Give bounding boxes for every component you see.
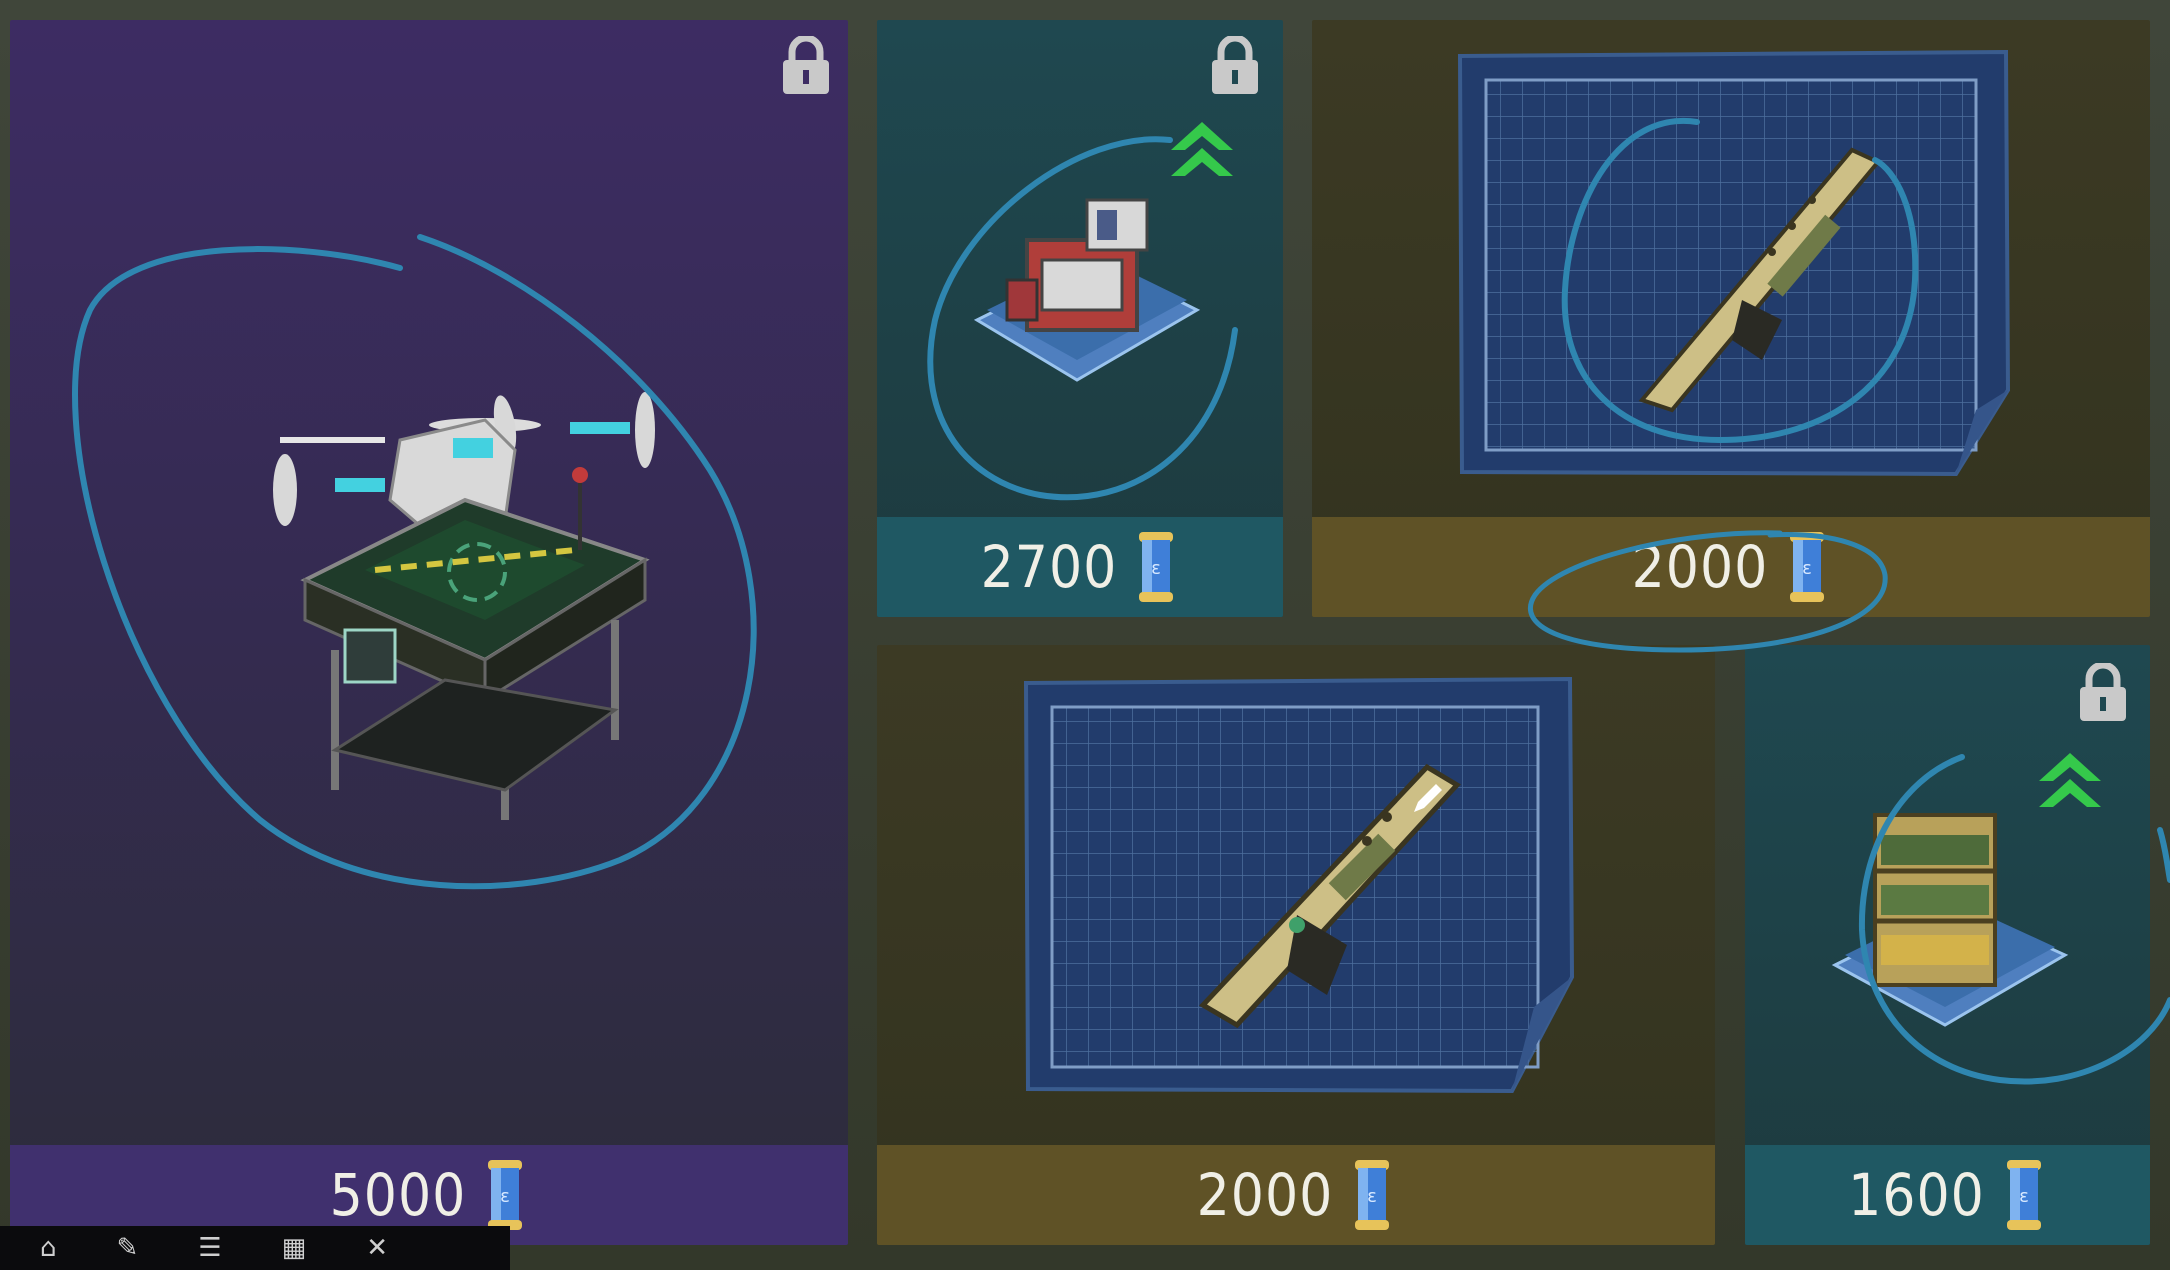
price-bar: 1600 ε xyxy=(1745,1145,2150,1245)
drone-station-icon xyxy=(273,392,655,820)
close-icon[interactable]: ✕ xyxy=(366,1233,388,1263)
price-label: 1600 xyxy=(1848,1161,1985,1229)
blueprint-scroll-icon: ε xyxy=(488,1160,523,1230)
annotation-stroke xyxy=(2157,827,2170,883)
overlay-toolbar: ⌂ ✎ ☰ ▦ ✕ xyxy=(0,1226,510,1270)
pen-icon[interactable]: ✎ xyxy=(117,1233,139,1263)
grid-icon[interactable]: ▦ xyxy=(282,1233,307,1263)
shop-item-shotgun-blueprint[interactable]: 2000 ε xyxy=(1312,20,2150,617)
svg-text:ε: ε xyxy=(2019,1186,2029,1207)
price-bar: 2000 ε xyxy=(1312,517,2150,617)
shelf-kit-icon xyxy=(1831,813,2069,1027)
shop-grid: 5000 ε 2700 ε 2000 ε 2000 ε 1600 ε ⌂ ✎ ☰… xyxy=(0,0,2170,1270)
list-icon[interactable]: ☰ xyxy=(198,1233,221,1263)
svg-text:ε: ε xyxy=(1368,1186,1378,1207)
home-icon[interactable]: ⌂ xyxy=(40,1233,57,1263)
price-label: 2700 xyxy=(980,533,1118,601)
rifle-icon xyxy=(1199,763,1461,1029)
lock-icon xyxy=(1212,36,1258,94)
price-label: 2000 xyxy=(1631,533,1769,601)
blueprint-scroll-icon: ε xyxy=(1355,1160,1390,1230)
blueprint-scroll-icon: ε xyxy=(1790,532,1825,602)
price-bar: 2700 ε xyxy=(877,517,1283,617)
shop-item-workbench-kit[interactable]: 2700 ε xyxy=(877,20,1283,617)
svg-text:ε: ε xyxy=(501,1186,511,1207)
blueprint-scroll-icon: ε xyxy=(2006,1160,2041,1230)
price-label: 2000 xyxy=(1196,1161,1334,1229)
price-bar: 2000 ε xyxy=(877,1145,1715,1245)
svg-text:ε: ε xyxy=(1152,558,1162,579)
lock-icon xyxy=(2080,663,2126,721)
price-label: 5000 xyxy=(329,1161,467,1229)
svg-text:ε: ε xyxy=(1803,558,1813,579)
lock-icon xyxy=(783,36,829,94)
shop-item-rifle-blueprint[interactable]: 2000 ε xyxy=(877,645,1715,1245)
shop-item-drone-station[interactable]: 5000 ε xyxy=(10,20,848,1245)
shotgun-icon xyxy=(1638,147,1882,413)
workbench-kit-icon xyxy=(973,198,1201,382)
shop-item-shelf-kit[interactable]: 1600 ε xyxy=(1745,645,2150,1245)
blueprint-scroll-icon: ε xyxy=(1139,532,1174,602)
